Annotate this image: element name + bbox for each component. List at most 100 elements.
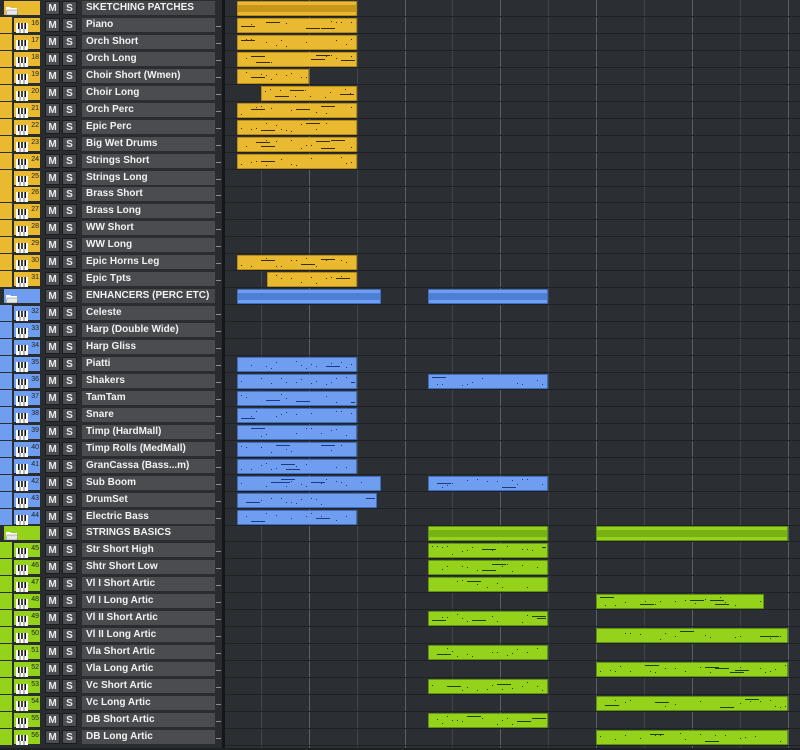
track-name[interactable]: Timp (HardMall) [82, 425, 215, 439]
solo-button[interactable]: S [62, 18, 77, 32]
track-icon-cell[interactable]: 34 [14, 340, 40, 355]
track-icon-cell[interactable]: 46 [14, 560, 40, 575]
mute-button[interactable]: M [45, 526, 60, 540]
track-icon-cell[interactable]: 19 [14, 69, 40, 84]
track-row[interactable]: 33 M S Harp (Double Wide) [0, 322, 222, 339]
track-row[interactable]: 50 M S Vl II Long Artic [0, 627, 222, 644]
mute-button[interactable]: M [45, 52, 60, 66]
solo-button[interactable]: S [62, 204, 77, 218]
track-icon-cell[interactable]: 37 [14, 391, 40, 406]
arrange-view[interactable] [225, 0, 800, 748]
track-icon-cell[interactable]: 47 [14, 577, 40, 592]
midi-clip[interactable] [596, 730, 788, 745]
solo-button[interactable]: S [62, 69, 77, 83]
track-icon-cell[interactable]: 21 [14, 103, 40, 118]
mute-button[interactable]: M [45, 476, 60, 490]
track-icon-cell[interactable]: 20 [14, 86, 40, 101]
solo-button[interactable]: S [62, 255, 77, 269]
midi-clip[interactable] [428, 577, 548, 592]
mute-button[interactable]: M [45, 577, 60, 591]
arrange-lane[interactable] [225, 339, 800, 356]
track-icon-cell[interactable]: 52 [14, 662, 40, 677]
mute-button[interactable]: M [45, 645, 60, 659]
solo-button[interactable]: S [62, 476, 77, 490]
solo-button[interactable]: S [62, 52, 77, 66]
solo-button[interactable]: S [62, 560, 77, 574]
arrange-lane[interactable] [225, 220, 800, 237]
solo-button[interactable]: S [62, 679, 77, 693]
mute-button[interactable]: M [45, 171, 60, 185]
mute-button[interactable]: M [45, 137, 60, 151]
solo-button[interactable]: S [62, 510, 77, 524]
track-icon-cell[interactable]: 38 [14, 408, 40, 423]
midi-clip[interactable] [428, 611, 548, 626]
track-row[interactable]: 32 M S Celeste [0, 305, 222, 322]
midi-clip[interactable] [267, 272, 357, 287]
track-row[interactable]: 56 M S DB Long Artic [0, 729, 222, 746]
track-row[interactable]: 25 M S Strings Long [0, 170, 222, 187]
track-name[interactable]: Piatti [82, 357, 215, 371]
mute-button[interactable]: M [45, 425, 60, 439]
midi-clip[interactable] [237, 35, 357, 50]
track-name[interactable]: Vl II Long Artic [82, 628, 215, 642]
track-row[interactable]: 26 M S Brass Short [0, 186, 222, 203]
track-row[interactable]: 20 M S Choir Long [0, 85, 222, 102]
track-row[interactable]: 30 M S Epic Horns Leg [0, 254, 222, 271]
midi-clip[interactable] [428, 543, 548, 558]
mute-button[interactable]: M [45, 543, 60, 557]
midi-clip[interactable] [237, 442, 357, 457]
track-name[interactable]: DrumSet [82, 493, 215, 507]
solo-button[interactable]: S [62, 611, 77, 625]
track-row[interactable]: 35 M S Piatti [0, 356, 222, 373]
track-row[interactable]: 38 M S Snare [0, 407, 222, 424]
track-icon-cell[interactable]: 51 [14, 645, 40, 660]
track-icon-cell[interactable]: 40 [14, 442, 40, 457]
track-icon-cell[interactable]: 55 [14, 713, 40, 728]
mute-button[interactable]: M [45, 442, 60, 456]
midi-clip[interactable] [261, 86, 357, 101]
midi-clip[interactable] [596, 628, 788, 643]
track-icon-cell[interactable]: 32 [14, 306, 40, 321]
solo-button[interactable]: S [62, 340, 77, 354]
mute-button[interactable]: M [45, 408, 60, 422]
midi-clip[interactable] [428, 476, 548, 491]
mute-button[interactable]: M [45, 221, 60, 235]
track-icon-cell[interactable] [4, 526, 40, 541]
track-row[interactable]: 17 M S Orch Short [0, 34, 222, 51]
track-icon-cell[interactable]: 49 [14, 611, 40, 626]
track-row[interactable]: 28 M S WW Short [0, 220, 222, 237]
track-name[interactable]: DB Long Artic [82, 730, 215, 744]
track-row[interactable]: 21 M S Orch Perc [0, 102, 222, 119]
mute-button[interactable]: M [45, 730, 60, 744]
midi-clip[interactable] [237, 476, 381, 491]
track-icon-cell[interactable]: 31 [14, 272, 40, 287]
solo-button[interactable]: S [62, 357, 77, 371]
solo-button[interactable]: S [62, 374, 77, 388]
mute-button[interactable]: M [45, 713, 60, 727]
track-icon-cell[interactable]: 50 [14, 628, 40, 643]
mute-button[interactable]: M [45, 696, 60, 710]
folder-track-row[interactable]: M S STRINGS BASICS [0, 525, 222, 542]
solo-button[interactable]: S [62, 86, 77, 100]
midi-clip[interactable] [237, 137, 357, 152]
track-icon-cell[interactable]: 16 [14, 18, 40, 33]
track-icon-cell[interactable]: 24 [14, 154, 40, 169]
midi-clip[interactable] [596, 662, 788, 677]
mute-button[interactable]: M [45, 272, 60, 286]
midi-clip[interactable] [428, 645, 548, 660]
track-name[interactable]: Brass Short [82, 187, 215, 201]
track-icon-cell[interactable]: 39 [14, 425, 40, 440]
track-row[interactable]: 45 M S Str Short High [0, 542, 222, 559]
track-icon-cell[interactable]: 42 [14, 476, 40, 491]
mute-button[interactable]: M [45, 120, 60, 134]
track-name[interactable]: WW Short [82, 221, 215, 235]
track-icon-cell[interactable]: 23 [14, 137, 40, 152]
track-icon-cell[interactable]: 44 [14, 510, 40, 525]
track-row[interactable]: 46 M S Shtr Short Low [0, 559, 222, 576]
solo-button[interactable]: S [62, 696, 77, 710]
track-name[interactable]: Vla Short Artic [82, 645, 215, 659]
track-icon-cell[interactable]: 25 [14, 171, 40, 186]
track-row[interactable]: 39 M S Timp (HardMall) [0, 424, 222, 441]
track-row[interactable]: 52 M S Vla Long Artic [0, 661, 222, 678]
solo-button[interactable]: S [62, 543, 77, 557]
